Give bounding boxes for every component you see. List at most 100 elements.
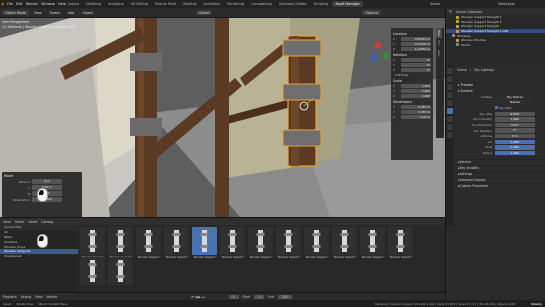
end-frame-field[interactable]: 250 [277,294,292,299]
location-z-field[interactable]: 1.11554 m [401,46,431,51]
property-value-field[interactable]: 1.000 [495,139,535,145]
transform-orientation-dropdown[interactable]: Global [195,10,213,15]
object-mode-dropdown[interactable]: Object Mode [2,10,29,15]
asset-catalog-menu[interactable]: Catalog [41,220,53,224]
workspace-tab-texture-paint[interactable]: Texture Paint [152,1,179,7]
blender-logo-icon[interactable]: ◉ [1,2,4,6]
material-tab-icon[interactable] [447,132,453,138]
asset-thumbnail[interactable]: Wooden Support [192,227,217,262]
tab-view[interactable]: View [436,48,442,59]
rotation-mode-dropdown[interactable]: XYZ Euler [393,72,431,78]
asset-thumbnail[interactable]: Wooden Support [220,227,245,262]
workspace-tab-layout[interactable]: Layout [65,1,82,7]
asset-thumbnail[interactable]: Wooden Support [248,227,273,262]
dimensions-row-y: Y 0.267 m [393,110,431,115]
move-x-field[interactable]: 0 m [32,179,62,184]
workspace-tab-animation[interactable]: Animation [201,1,224,7]
marker-menu[interactable]: Marker [47,295,58,299]
location-row-y: Y 0.27524 m [393,41,431,46]
view-menu[interactable]: View [31,10,45,15]
rotation-y-field[interactable]: 0° [401,62,431,67]
object-tab-icon[interactable] [447,116,453,122]
scale-y-field[interactable]: 1.000 [401,89,431,94]
menu-edit[interactable]: Edit [16,2,23,6]
asset-thumbnail[interactable]: Wooden Support [332,227,357,262]
asset-grid: Wooden Support Wooden Support Wooden Suppo… [80,227,440,287]
playback-menu[interactable]: Playback [3,295,17,299]
location-x-field[interactable]: 0.58412 m [401,37,431,42]
tab-item[interactable]: Item [436,28,442,39]
rotation-x-field[interactable]: 0° [401,58,431,63]
view-layer-selector[interactable]: ViewLayer [498,2,515,6]
workspace-tab-scripting[interactable]: Scripting [311,1,332,7]
menu-file[interactable]: File [7,2,13,6]
3d-viewport[interactable]: Object Mode View Select Add Object Globa… [0,8,445,217]
catalog-item[interactable]: Unassigned [0,254,78,259]
render-tab-icon[interactable] [447,76,453,82]
asset-thumbnail[interactable]: Wooden Support [388,227,413,262]
object-menu[interactable]: Object [79,10,96,15]
sun-disc-checkbox[interactable]: Sun Disc [495,106,512,110]
collapsed-panel-custom-properties[interactable]: ▸ Custom Properties [455,182,545,189]
tab-tool[interactable]: Tool [436,38,442,47]
asset-thumbnail[interactable]: Wooden Support [276,227,301,262]
scale-x-field[interactable]: 1.000 [401,84,431,89]
workspace-tab-uv-editing[interactable]: UV Editing [128,1,151,7]
outliner-item-label: Wooden Support Straight [461,24,499,29]
asset-asset-menu[interactable]: Asset [28,220,37,224]
asset-view-menu[interactable]: View [3,220,11,224]
select-menu[interactable]: Select [47,10,63,15]
scene-selector[interactable]: Scene [430,2,440,6]
start-frame-field[interactable]: 1 [254,294,265,299]
asset-thumbnail[interactable]: Wooden Support [164,227,189,262]
asset-thumbnail[interactable] [108,257,133,292]
workspace-tab-geometry-nodes[interactable]: Geometry Nodes [276,1,310,7]
keying-menu[interactable]: Keying [21,295,31,299]
play-controls-icon[interactable]: ⏮ ◀ ▶ ⏭ [191,295,204,299]
tool-tab-icon[interactable] [447,68,453,74]
asset-thumbnail[interactable] [80,257,105,292]
mouse-click-overlay-icon [37,188,48,202]
scale-z-field[interactable]: 1.000 [401,93,431,98]
asset-thumbnail[interactable]: Wooden Support [304,227,329,262]
menu-render[interactable]: Render [26,2,38,6]
property-value-field[interactable]: 0 m [495,134,535,139]
workspace-tab-sculpting[interactable]: Sculpting [105,1,126,7]
property-value-field[interactable]: 1.000 [495,117,535,122]
property-value-field[interactable]: 15.0° [495,122,535,128]
modifier-tab-icon[interactable] [447,124,453,130]
rotation-axis-label: Y [393,62,395,67]
dimensions-y-field[interactable]: 0.267 m [401,110,431,115]
add-menu[interactable]: Add [65,10,77,15]
property-value-field[interactable]: 0° [495,128,535,133]
property-value-field[interactable]: 1.000 [495,145,535,150]
scene-tab-icon[interactable] [447,100,453,106]
property-value-field[interactable]: 0.545° [495,111,535,117]
workspace-tab-asset-manager[interactable]: Asset Manager [332,1,363,7]
location-y-field[interactable]: 0.27524 m [401,41,431,46]
options-dropdown[interactable]: Options [362,10,382,15]
workspace-tab-modeling[interactable]: Modeling [83,1,104,7]
workspace-tab-shading[interactable]: Shading [180,1,199,7]
asset-thumbnail[interactable]: Wooden Support [360,227,385,262]
output-tab-icon[interactable] [447,84,453,90]
asset-thumbnail[interactable]: Wooden Support [136,227,161,262]
dimensions-z-field[interactable]: 2.42 m [401,114,431,119]
asset-label: Wooden Support [249,256,272,259]
workspace-tab-compositing[interactable]: Compositing [248,1,275,7]
move-x-label: Move X [18,179,30,184]
workspace-tab-rendering[interactable]: Rendering [224,1,247,7]
property-value-field[interactable]: 1.000 [495,150,535,156]
sky-type-dropdown[interactable]: Nishita [495,100,535,105]
current-frame-field[interactable]: 1 [228,294,239,299]
asset-select-menu[interactable]: Select [15,220,25,224]
menu-window[interactable]: Window [41,2,55,6]
world-tab-icon[interactable] [447,108,453,114]
timeline-view-menu[interactable]: View [35,295,42,299]
surface-panel[interactable]: ▾ Surface [455,88,545,94]
outliner-item[interactable]: World [446,43,545,48]
dimensions-x-field[interactable]: 0.267 m [401,105,431,110]
view-layer-tab-icon[interactable] [447,92,453,98]
surface-shader-dropdown[interactable]: Sky Texture [495,94,535,100]
rotation-z-field[interactable]: 0° [401,67,431,72]
